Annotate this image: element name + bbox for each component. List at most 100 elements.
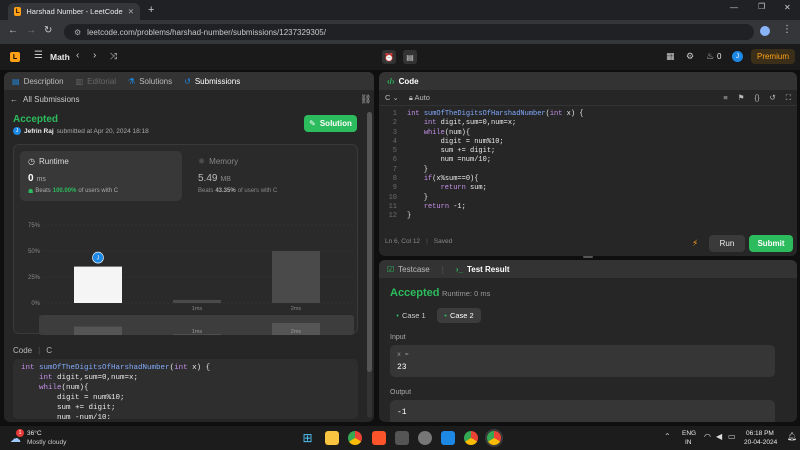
code-lang: C bbox=[46, 346, 52, 355]
scrollbar-thumb[interactable] bbox=[367, 112, 372, 372]
run-button[interactable]: Run bbox=[709, 235, 745, 252]
braces-icon[interactable]: {} bbox=[754, 93, 759, 102]
lang-region[interactable]: IN bbox=[685, 439, 692, 446]
description-icon: ▤ bbox=[12, 76, 20, 86]
result-status: Accepted bbox=[390, 287, 440, 299]
editor-lines[interactable]: int sumOfTheDigitsOfHarshadNumber(int x)… bbox=[401, 110, 797, 228]
app-cube-icon[interactable] bbox=[395, 431, 409, 445]
settings-gear-icon[interactable]: ⚙ bbox=[686, 51, 694, 62]
nav-section-title[interactable]: Math bbox=[50, 52, 70, 62]
user-avatar: J bbox=[13, 127, 21, 135]
case-2-tab[interactable]: • Case 2 bbox=[437, 308, 481, 323]
forward-icon[interactable]: → bbox=[26, 25, 36, 36]
start-windows-icon[interactable]: ⊞ bbox=[301, 431, 314, 445]
close-window-icon[interactable]: ✕ bbox=[784, 3, 791, 12]
next-problem-icon[interactable]: › bbox=[93, 50, 96, 61]
volume-icon[interactable]: ◀ bbox=[716, 432, 722, 441]
code-line[interactable]: int digit,sum=0,num=x; bbox=[407, 119, 797, 128]
tab-solutions[interactable]: ⚗ Solutions bbox=[128, 77, 172, 86]
browser-tab[interactable]: L Harshad Number - LeetCode ✕ bbox=[8, 3, 140, 20]
line-number: 2 bbox=[392, 119, 397, 128]
maximize-icon[interactable]: ❐ bbox=[758, 2, 765, 11]
site-info-icon[interactable]: ⚙ bbox=[74, 28, 81, 37]
line-number: 7 bbox=[392, 165, 397, 174]
share-link-icon[interactable]: ⛓ bbox=[360, 94, 371, 105]
notifications-icon[interactable]: 🔔︎ bbox=[787, 432, 797, 441]
bookmark-icon[interactable]: ⚑ bbox=[738, 93, 745, 102]
url-field[interactable]: ⚙ leetcode.com/problems/harshad-number/s… bbox=[64, 24, 754, 40]
submissions-icon: ↺ bbox=[184, 76, 191, 86]
chrome-active-icon[interactable] bbox=[487, 431, 501, 445]
code-line[interactable]: } bbox=[407, 212, 797, 221]
code-line[interactable]: num =num/10; bbox=[407, 156, 797, 165]
tab-testcase[interactable]: ☑ Testcase bbox=[387, 265, 430, 274]
reset-icon[interactable]: ↺ bbox=[769, 93, 775, 102]
streak-fire-icon[interactable]: ♨ bbox=[706, 51, 714, 62]
notes-icon[interactable]: ▤ bbox=[403, 50, 417, 64]
menu-kebab-icon[interactable]: ⋮ bbox=[782, 24, 792, 35]
mode-select[interactable]: 🔒︎ Auto bbox=[409, 93, 430, 103]
code-line: digit = num%10; bbox=[21, 394, 125, 402]
tray-chevron-icon[interactable]: ⌃ bbox=[664, 432, 671, 441]
line-number: 10 bbox=[388, 193, 397, 202]
problem-list-icon[interactable]: ☰ bbox=[34, 50, 43, 61]
new-tab-icon[interactable]: + bbox=[148, 4, 154, 16]
tab-test-result[interactable]: ›_ Test Result bbox=[456, 265, 510, 274]
leetcode-logo-icon[interactable]: L bbox=[10, 52, 20, 62]
chrome-icon[interactable] bbox=[348, 431, 362, 445]
premium-button[interactable]: Premium bbox=[751, 49, 795, 64]
submitter-name[interactable]: Jefrin Raj bbox=[24, 128, 54, 135]
format-icon[interactable]: ≡ bbox=[723, 93, 727, 102]
layout-icon[interactable]: ▦ bbox=[666, 51, 675, 62]
all-submissions-link[interactable]: ← All Submissions bbox=[10, 95, 79, 104]
streak-count: 0 bbox=[717, 52, 722, 61]
vscode-icon[interactable] bbox=[441, 431, 455, 445]
tab-submissions[interactable]: ↺ Submissions bbox=[184, 77, 240, 86]
prev-problem-icon[interactable]: ‹ bbox=[76, 50, 79, 61]
weather-widget[interactable]: ☁ 1 36°C Mostly cloudy bbox=[8, 429, 98, 447]
solution-button[interactable]: ✎ Solution bbox=[304, 115, 357, 132]
runtime-value: 0 bbox=[28, 173, 34, 184]
code-line[interactable]: sum += digit; bbox=[407, 147, 797, 156]
memory-box[interactable]: ⚛ Memory 5.49 MB Beats 43.35% of users wi… bbox=[190, 151, 352, 201]
lang-code[interactable]: ENG bbox=[682, 430, 696, 437]
tab-editorial[interactable]: ▥ Editorial bbox=[76, 77, 116, 86]
case-1-tab[interactable]: • Case 1 bbox=[390, 308, 432, 323]
clock-date[interactable]: 20-04-2024 bbox=[744, 439, 777, 446]
code-line[interactable]: return sum; bbox=[407, 184, 797, 193]
clock-time[interactable]: 06:18 PM bbox=[746, 430, 774, 437]
resize-handle[interactable] bbox=[583, 256, 593, 258]
avatar[interactable]: J bbox=[732, 51, 743, 62]
language-select[interactable]: C ⌄ bbox=[385, 93, 399, 102]
code-line[interactable]: digit = num%10; bbox=[407, 138, 797, 147]
runtime-box[interactable]: ◷ Runtime 0 ms ☗ Beats 100.00% of users w… bbox=[20, 151, 182, 201]
code-line[interactable]: } bbox=[407, 166, 797, 175]
tab-description[interactable]: ▤ Description bbox=[12, 77, 64, 86]
output-label: Output bbox=[390, 389, 412, 396]
brave-icon[interactable] bbox=[372, 431, 386, 445]
fullscreen-icon[interactable]: ⛶ bbox=[786, 93, 791, 103]
code-line[interactable]: return -1; bbox=[407, 203, 797, 212]
code-editor[interactable]: 1 2 3 4 5 6 7 8 9 10 11 12 int sumOfTheDigitsOfHars… bbox=[379, 110, 797, 228]
profile-icon[interactable] bbox=[760, 26, 770, 36]
code-line[interactable]: int sumOfTheDigitsOfHarshadNumber(int x)… bbox=[407, 110, 797, 119]
upload-icon[interactable]: ⚡ bbox=[692, 238, 698, 249]
wifi-icon[interactable]: ◠ bbox=[704, 432, 711, 441]
shuffle-icon[interactable]: ⤨ bbox=[110, 51, 117, 62]
left-panel-scrollbar[interactable] bbox=[367, 112, 372, 418]
code-line[interactable]: } bbox=[407, 194, 797, 203]
submit-button[interactable]: Submit bbox=[749, 235, 793, 252]
code-line[interactable]: while(num){ bbox=[407, 129, 797, 138]
close-tab-icon[interactable]: ✕ bbox=[128, 7, 134, 16]
x-tick-label: 1ms bbox=[192, 306, 203, 312]
back-icon[interactable]: ← bbox=[8, 25, 18, 36]
reload-icon[interactable]: ↻ bbox=[44, 25, 52, 36]
code-line[interactable]: if(x%sum==0){ bbox=[407, 175, 797, 184]
chrome-profile-icon[interactable] bbox=[464, 431, 478, 445]
file-explorer-icon[interactable] bbox=[325, 431, 339, 445]
debug-icon[interactable]: ⏰ bbox=[382, 50, 396, 64]
settings-app-icon[interactable] bbox=[418, 431, 432, 445]
runtime-distribution-chart[interactable]: 75% 50% 25% 0% 1ms 2ms J 1ms 2ms bbox=[15, 203, 358, 335]
battery-icon[interactable]: ▭ bbox=[728, 432, 736, 441]
minimize-icon[interactable]: — bbox=[730, 3, 738, 12]
